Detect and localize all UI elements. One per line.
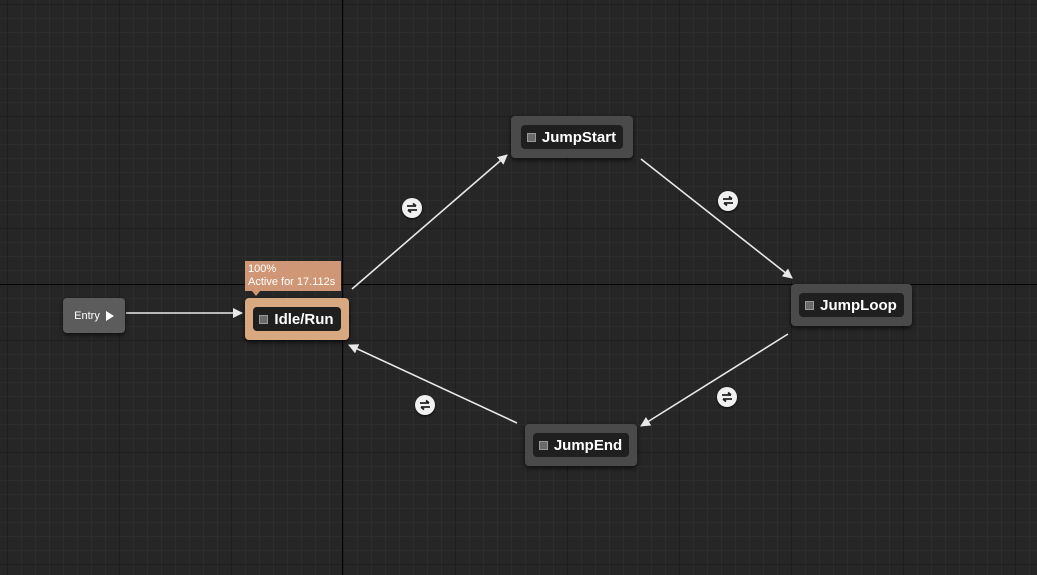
state-icon xyxy=(538,440,548,450)
entry-label: Entry xyxy=(74,309,100,322)
state-title: Idle/Run xyxy=(253,307,341,331)
state-icon xyxy=(805,300,815,310)
state-title: JumpLoop xyxy=(799,293,904,317)
tooltip-duration: Active for 17.112s xyxy=(248,276,336,288)
transition-rule-icon[interactable] xyxy=(402,198,422,218)
state-node-jumploop[interactable]: JumpLoop xyxy=(791,284,912,326)
tooltip-pointer xyxy=(252,291,260,296)
entry-node[interactable]: Entry xyxy=(63,298,125,333)
state-icon xyxy=(526,132,536,142)
state-label: JumpStart xyxy=(541,128,617,146)
tooltip-weight: 100% xyxy=(248,263,277,275)
exec-pin-icon[interactable] xyxy=(105,310,114,321)
state-label: Idle/Run xyxy=(274,310,334,328)
transition-rule-icon[interactable] xyxy=(718,191,738,211)
state-node-jumpend[interactable]: JumpEnd xyxy=(525,424,637,466)
state-title: JumpStart xyxy=(520,125,624,149)
active-state-tooltip: 100% Active for 17.112s xyxy=(245,261,341,291)
idle-to-jumpstart-wire[interactable] xyxy=(351,154,508,290)
state-node-idle-run[interactable]: Idle/Run xyxy=(245,298,349,340)
transition-rule-icon[interactable] xyxy=(717,387,737,407)
jumploop-to-jumpend-wire[interactable] xyxy=(640,333,789,427)
state-label: JumpLoop xyxy=(820,296,897,314)
state-title: JumpEnd xyxy=(532,433,630,457)
transition-rule-icon[interactable] xyxy=(415,395,435,415)
state-node-jumpstart[interactable]: JumpStart xyxy=(511,116,633,158)
state-label: JumpEnd xyxy=(553,436,623,454)
jumpstart-to-jumploop-wire[interactable] xyxy=(640,158,793,279)
state-icon xyxy=(259,314,269,324)
